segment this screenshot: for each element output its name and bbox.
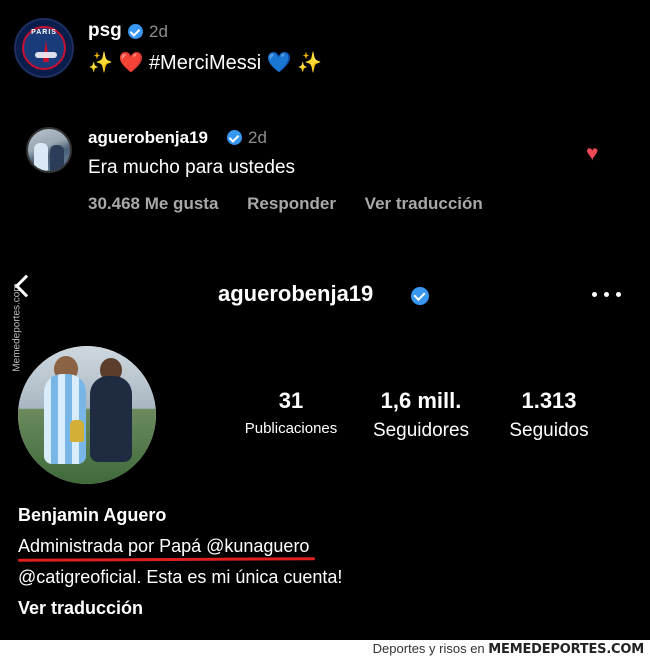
posts-count: 31 [278,388,304,413]
verified-badge-icon [227,130,242,145]
post-time: 2d [149,22,168,41]
bio-line-2: @catigreoficial. Esta es mi única cuenta… [18,567,343,587]
verified-badge-icon [128,24,143,39]
psg-logo-band [35,52,57,58]
psg-avatar[interactable]: PARIS [14,18,74,78]
footer-watermark-text: Deportes y risos en MEMEDEPORTES.COM [372,641,645,657]
avatar-figure-1 [34,143,48,171]
bio-name: Benjamin Aguero [18,505,167,525]
sparkles-icon: ✨ [88,52,113,74]
comment-text: Era mucho para ustedes [88,157,296,178]
post-author[interactable]: psg [88,20,122,42]
verified-badge-icon [411,287,429,305]
sparkles-icon: ✨ [297,52,323,74]
footer-brand: MEMEDEPORTES.COM [488,642,644,657]
trophy-icon [70,420,84,442]
footer-prefix: Deportes y risos en [372,641,485,656]
caption-hashtag[interactable]: #MerciMessi [149,52,261,74]
following-label: Seguidos [509,420,589,441]
bio-translate-button[interactable]: Ver traducción [18,593,342,624]
profile-bio: Benjamin Aguero Administrada por Papá @k… [17,500,343,624]
profile-username: aguerobenja19 [218,281,374,306]
profile-avatar[interactable] [18,346,156,484]
comment-author[interactable]: aguerobenja19 [88,128,208,148]
stat-posts[interactable]: 31 Publicaciones [230,388,352,437]
more-options-icon[interactable] [592,292,622,298]
comment-time: 2d [248,128,267,147]
post-caption: ✨ ❤️ #MerciMessi 💙 ✨ [88,50,322,75]
like-heart-icon[interactable]: ♥ [586,143,608,164]
followers-count: 1,6 mill. [380,388,462,413]
bio-line-1: Administrada por Papá @kunaguero [18,536,310,556]
footer-watermark: Deportes y risos en MEMEDEPORTES.COM [0,640,650,660]
followers-label: Seguidores [372,420,470,441]
avatar-person-1 [44,374,86,464]
stat-following[interactable]: 1.313 Seguidos [490,388,608,442]
following-count: 1.313 [521,388,577,413]
dot [616,292,621,297]
bio-managed-line: Administrada por Papá @kunaguero [17,531,316,562]
stat-followers[interactable]: 1,6 mill. Seguidores [360,388,482,442]
comment-actions: 30.468 Me gusta Responder Ver traducción [88,194,507,214]
comment-likes[interactable]: 30.468 Me gusta [88,194,218,213]
reply-button[interactable]: Responder [247,194,336,213]
red-heart-icon: ❤️ [118,52,144,74]
avatar-person-2 [90,376,132,462]
comment-avatar[interactable] [26,127,72,173]
red-underline-mark [17,557,316,562]
avatar-background [18,346,156,484]
posts-label: Publicaciones [244,420,338,437]
translate-button[interactable]: Ver traducción [365,194,483,213]
avatar-figure-2 [50,145,64,171]
dot [592,292,597,297]
psg-logo-text: PARIS [31,29,57,36]
blue-heart-icon: 💙 [266,52,292,74]
dot [604,292,609,297]
